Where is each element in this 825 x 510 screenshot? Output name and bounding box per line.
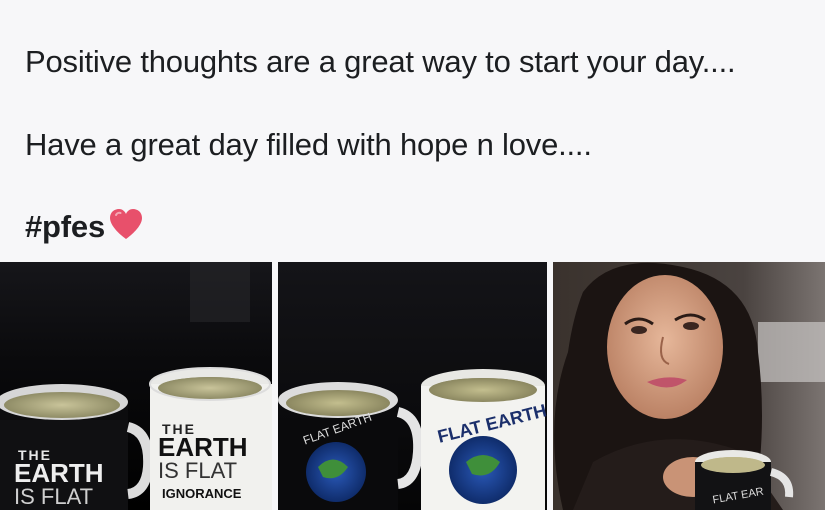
- post-hashtag-line: #pfes: [25, 207, 145, 249]
- mug-right-text-flat: IS FLAT: [158, 458, 237, 483]
- woman-with-mug-photo[interactable]: FLAT EAR: [553, 262, 825, 510]
- post-line-1: Positive thoughts are a great way to sta…: [25, 44, 736, 79]
- heart-icon: [107, 207, 145, 249]
- hashtag-link[interactable]: #pfes: [25, 209, 105, 244]
- photo-grid: THE EARTH IS FLAT THE EARTH IS FLAT IGNO…: [0, 262, 825, 510]
- post-line-2: Have a great day filled with hope n love…: [25, 127, 592, 162]
- mugs-photo-2[interactable]: FLAT EARTH FLAT EARTH: [278, 262, 547, 510]
- mug-right-text-ignorance: IGNORANCE: [162, 486, 242, 501]
- mugs-photo-1[interactable]: THE EARTH IS FLAT THE EARTH IS FLAT IGNO…: [0, 262, 272, 510]
- mug-left-text-flat: IS FLAT: [14, 484, 93, 509]
